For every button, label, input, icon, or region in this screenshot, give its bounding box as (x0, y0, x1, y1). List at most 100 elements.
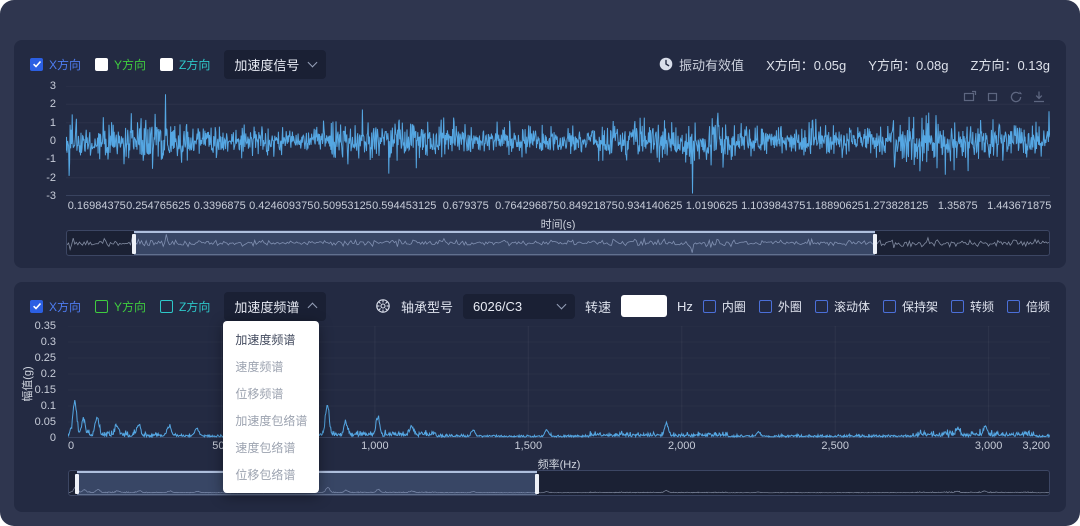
bottom-panel-header: X方向 Y方向 Z方向 加速度频谱 加速度频谱 速度频谱 位移频谱 加速度包络谱 速度包络谱… (30, 291, 1050, 493)
datazoom-window[interactable] (131, 231, 878, 255)
time-datazoom-slider[interactable] (66, 230, 1050, 256)
x-tick-label: 1.273828125 (864, 200, 929, 212)
axis-checkbox-x[interactable]: X方向 (30, 56, 81, 73)
x-tick-label: 1.35875 (937, 200, 978, 212)
checkbox-box[interactable] (95, 299, 109, 313)
menu-option[interactable]: 速度频谱 (223, 353, 319, 380)
axis-checkbox-z[interactable]: Z方向 (160, 298, 210, 315)
signal-type-select[interactable]: 加速度信号 (224, 49, 327, 79)
x-tick-label: 0.84921875 (559, 200, 618, 212)
spectrum-x-axis: 0 500 1,000 1,500 2,000 2,500 3,000 3,200 (68, 440, 1050, 454)
y-tick-label: 3 (49, 80, 56, 92)
checkbox-box[interactable] (758, 299, 772, 313)
checkbox-box[interactable] (1006, 299, 1020, 313)
check-icon (32, 60, 41, 68)
x-tick-label: 1,500 (514, 440, 543, 452)
datazoom-handle-right[interactable] (873, 234, 878, 254)
fault-checkbox-滚动体[interactable]: 滚动体 (814, 298, 870, 315)
spectrum-y-axis: 0.35 0.3 0.25 0.2 0.15 0.1 0.05 0 (22, 320, 62, 444)
checkbox-box[interactable] (702, 299, 716, 313)
axis-checkbox-group: X方向 Y方向 Z方向 (30, 56, 210, 73)
x-tick-label: 0.254765625 (126, 200, 191, 212)
axis-checkbox-y[interactable]: Y方向 (95, 298, 146, 315)
fault-checkbox-外圈[interactable]: 外圈 (758, 298, 802, 315)
checkbox-box[interactable] (30, 299, 43, 313)
rms-axis-label: Z方向： (970, 57, 1018, 73)
y-tick-label: 0.1 (40, 400, 56, 412)
frequency-spectrum-panel: X方向 Y方向 Z方向 加速度频谱 加速度频谱 速度频谱 位移频谱 加速度包络谱 速度包络谱… (14, 282, 1066, 512)
datazoom-handle-left[interactable] (74, 474, 79, 494)
checkbox-label: X方向 (49, 57, 82, 72)
fault-checkbox-转频[interactable]: 转频 (950, 298, 994, 315)
axis-checkbox-y[interactable]: Y方向 (95, 56, 146, 73)
checkbox-label: 倍频 (1025, 299, 1050, 314)
checkbox-label: 滚动体 (833, 299, 870, 314)
checkbox-box[interactable] (160, 57, 174, 71)
fault-checkbox-倍频[interactable]: 倍频 (1006, 298, 1050, 315)
freq-datazoom-slider[interactable] (68, 470, 1050, 496)
axis-checkbox-x[interactable]: X方向 (30, 298, 81, 315)
y-tick-label: 0.2 (40, 368, 56, 380)
axis-checkbox-z[interactable]: Z方向 (160, 56, 210, 73)
signal-type-select-label: 加速度信号 (234, 57, 300, 73)
rms-value-item: Y方向：0.08g (868, 55, 948, 74)
menu-option[interactable]: 速度包络谱 (223, 434, 319, 461)
chevron-up-icon (307, 302, 318, 313)
time-chart-x-axis: 0.16984375 0.254765625 0.3396875 0.42460937… (66, 200, 1052, 214)
fault-checkbox-group: 内圈 外圈 滚动体 保持架 转频 倍频 (702, 298, 1050, 315)
x-tick-label: 1.103984375 (741, 200, 806, 212)
menu-option[interactable]: 加速度频谱 (223, 326, 319, 353)
y-tick-label: 0.15 (34, 384, 56, 396)
restore-icon[interactable] (1009, 90, 1023, 104)
time-waveform-chart[interactable] (66, 86, 1050, 196)
x-tick-label: 3,000 (974, 440, 1003, 452)
fault-checkbox-内圈[interactable]: 内圈 (702, 298, 746, 315)
vibration-monitor-app: X方向 Y方向 Z方向 加速度信号 振动有效值 X方向：0.05g Y方向：0.08g… (0, 0, 1080, 526)
checkbox-label: 保持架 (901, 299, 938, 314)
x-tick-label: 0.934140625 (618, 200, 683, 212)
y-tick-label: 2 (49, 98, 56, 111)
y-tick-label: 0.05 (34, 416, 56, 428)
box-zoom-icon[interactable] (963, 90, 977, 104)
y-tick-label: -3 (46, 190, 56, 202)
chevron-down-icon (307, 57, 318, 67)
menu-option[interactable]: 位移频谱 (223, 380, 319, 407)
datazoom-handle-right[interactable] (535, 474, 540, 494)
x-tick-label: 0.594453125 (372, 200, 437, 212)
checkbox-box[interactable] (30, 57, 43, 71)
fault-checkbox-保持架[interactable]: 保持架 (882, 298, 938, 315)
bearing-model-label: 轴承型号 (400, 299, 453, 315)
checkbox-box[interactable] (160, 299, 174, 313)
x-tick-label: 1.443671875 (987, 200, 1052, 212)
y-tick-label: 0 (49, 432, 56, 444)
checkbox-label: Z方向 (179, 299, 211, 314)
checkbox-label: Z方向 (179, 57, 211, 72)
menu-option[interactable]: 加速度包络谱 (223, 407, 319, 434)
menu-option[interactable]: 位移包络谱 (223, 461, 319, 488)
x-tick-label: 1.18890625 (805, 200, 864, 212)
bearing-controls: 轴承型号 6026/C3 转速 Hz 内圈 外圈 滚动体 保持架 转频 倍频 (375, 293, 1050, 319)
download-icon[interactable] (1032, 90, 1046, 104)
spectrum-type-select[interactable]: 加速度频谱 加速度频谱 速度频谱 位移频谱 加速度包络谱 速度包络谱 位移包络谱 (223, 291, 327, 493)
datazoom-handle-left[interactable] (131, 234, 136, 254)
rms-title: 振动有效值 (659, 55, 744, 74)
x-tick-label: 2,000 (667, 440, 696, 452)
axis-checkbox-group: X方向 Y方向 Z方向 (30, 298, 210, 315)
checkbox-box[interactable] (95, 57, 109, 71)
checkbox-box[interactable] (882, 299, 896, 313)
checkbox-box[interactable] (814, 299, 828, 313)
rms-title-label: 振动有效值 (679, 57, 745, 73)
zoom-restore-icon[interactable] (986, 90, 1000, 104)
rms-group: 振动有效值 X方向：0.05g Y方向：0.08g Z方向：0.13g (659, 55, 1050, 74)
bearing-model-select[interactable]: 6026/C3 (463, 293, 575, 319)
checkbox-label: Y方向 (114, 299, 147, 314)
x-tick-label: 1,000 (361, 440, 389, 452)
speed-input[interactable] (621, 295, 668, 317)
frequency-spectrum-chart[interactable] (68, 326, 1050, 438)
x-tick-label: 0.50953125 (313, 200, 372, 212)
spectrum-type-menu: 加速度频谱 速度频谱 位移频谱 加速度包络谱 速度包络谱 位移包络谱 (223, 320, 320, 493)
checkbox-box[interactable] (950, 299, 964, 313)
x-tick-label: 3,200 (1022, 440, 1050, 452)
x-tick-label: 0.424609375 (249, 200, 314, 212)
checkbox-label: Y方向 (114, 57, 147, 72)
